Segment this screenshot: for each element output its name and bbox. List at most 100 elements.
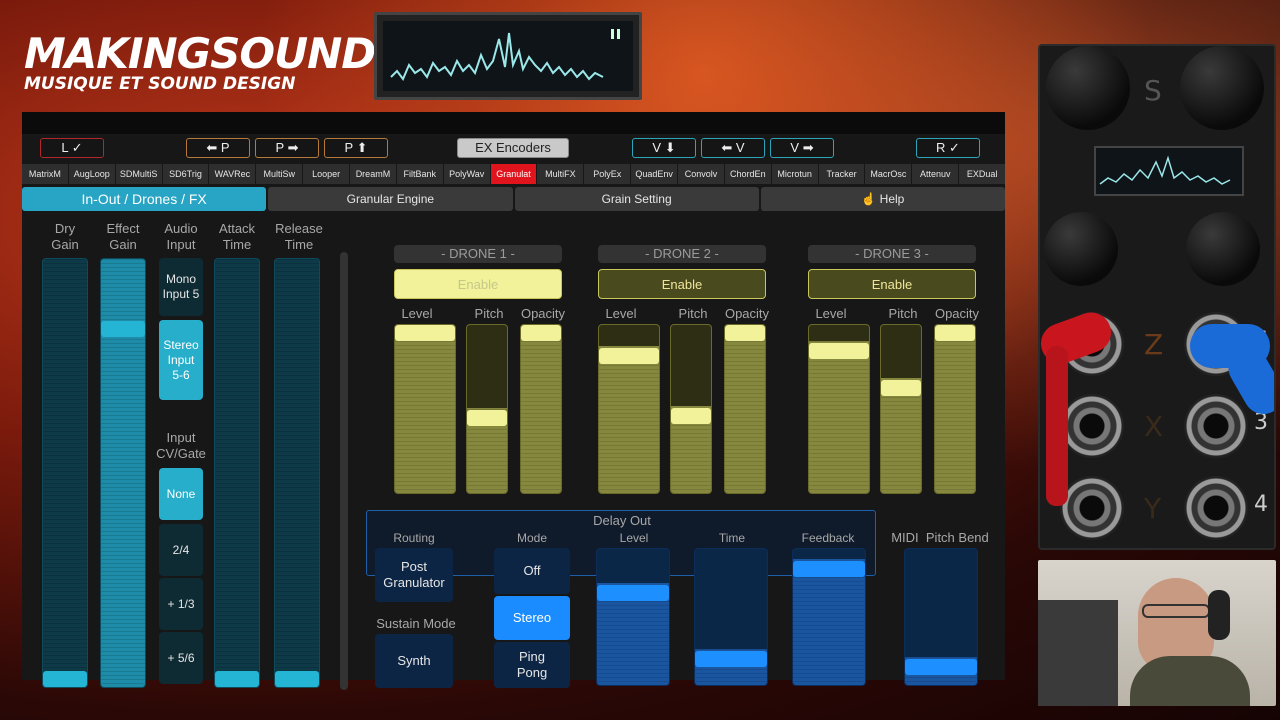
slider-handle[interactable] [275, 671, 319, 687]
view-left-button[interactable]: ⬅ V [701, 138, 765, 158]
module-tab-quadenv[interactable]: QuadEnv [631, 164, 678, 184]
module-tab-multifx[interactable]: MultiFX [537, 164, 584, 184]
module-tab-exdual[interactable]: EXDual [959, 164, 1006, 184]
page-up-button[interactable]: P ⬆ [324, 138, 388, 158]
drone-1-opacity-slider[interactable] [520, 324, 562, 494]
slider-handle[interactable] [521, 325, 561, 341]
slider-handle[interactable] [695, 651, 767, 667]
audio-input-label: Audio Input [164, 221, 198, 252]
module-tab-dreamm[interactable]: DreamM [350, 164, 396, 184]
slider-handle[interactable] [101, 321, 145, 337]
drone-3-title: - DRONE 3 - [808, 245, 976, 263]
page-left-button[interactable]: ⬅ P [186, 138, 250, 158]
slider-handle[interactable] [905, 659, 977, 675]
slider-handle[interactable] [395, 325, 455, 341]
slider-handle[interactable] [793, 561, 865, 577]
module-tab-augloop[interactable]: AugLoop [68, 164, 115, 184]
right-confirm-button[interactable]: R ✓ [916, 138, 980, 158]
drone-1-enable-button[interactable]: Enable [394, 269, 562, 299]
stereo-input-button[interactable]: Stereo Input 5-6 [159, 320, 203, 400]
delay-out-title: Delay Out [593, 513, 651, 528]
page-tabs: In-Out / Drones / FX Granular Engine Grain… [22, 187, 1005, 211]
module-tab-sdmultis[interactable]: SDMultiS [115, 164, 162, 184]
slider-handle[interactable] [725, 325, 765, 341]
dry-gain-slider[interactable] [42, 258, 88, 688]
drone-3-pitch-slider[interactable] [880, 324, 922, 494]
view-down-button[interactable]: V ⬇ [632, 138, 696, 158]
drone-2-pitch-label: Pitch [678, 306, 708, 321]
slider-fill [395, 325, 455, 493]
slider-fill [935, 325, 975, 493]
scrollbar[interactable] [340, 252, 348, 690]
mode-label: Mode [516, 531, 548, 545]
drone-1-level-slider[interactable] [394, 324, 456, 494]
tab-3[interactable]: ☝ Help [760, 187, 1005, 211]
slider-handle[interactable] [215, 671, 259, 687]
mono-input-button[interactable]: Mono Input 5 [159, 258, 203, 316]
module-tab-granulat[interactable]: Granulat [490, 164, 537, 184]
module-tab-sd6trig[interactable]: SD6Trig [162, 164, 209, 184]
module-tab-macrosc[interactable]: MacrOsc [865, 164, 912, 184]
module-tab-convolv[interactable]: Convolv [678, 164, 724, 184]
hw-number-4: 4 [1254, 492, 1268, 517]
sustain-mode-button[interactable]: Synth [375, 634, 453, 688]
drone-2-opacity-slider[interactable] [724, 324, 766, 494]
cv-none-button[interactable]: None [159, 468, 203, 520]
delay-time-slider[interactable] [694, 548, 768, 686]
tab-1[interactable]: Granular Engine [268, 187, 513, 211]
module-tab-wavrec[interactable]: WAVRec [209, 164, 256, 184]
drone-3-opacity-slider[interactable] [934, 324, 976, 494]
page-right-button[interactable]: P ➡ [255, 138, 319, 158]
cv-2-4-button[interactable]: 2/4 [159, 524, 203, 576]
cv-5-6-button[interactable]: + 5/6 [159, 632, 203, 684]
feedback-slider[interactable] [792, 548, 866, 686]
drone-2-level-label: Level [605, 306, 637, 321]
slider-fill [599, 346, 659, 493]
attack-time-slider[interactable] [214, 258, 260, 688]
drone-3-enable-button[interactable]: Enable [808, 269, 976, 299]
left-confirm-button[interactable]: L ✓ [40, 138, 104, 158]
jack [1184, 394, 1248, 458]
slider-handle[interactable] [881, 380, 921, 396]
mode-stereo-button[interactable]: Stereo [494, 596, 570, 640]
tab-2[interactable]: Grain Setting [514, 187, 759, 211]
module-tab-attenuv[interactable]: Attenuv [912, 164, 959, 184]
mode-ping-pong-button[interactable]: Ping Pong [494, 642, 570, 688]
brand-name: MAKINGSOUND [24, 29, 376, 78]
tab-0[interactable]: In-Out / Drones / FX [22, 187, 267, 211]
delay-level-slider[interactable] [596, 548, 670, 686]
drone-1-pitch-slider[interactable] [466, 324, 508, 494]
drone-2-pitch-slider[interactable] [670, 324, 712, 494]
ex-encoders-button[interactable]: EX Encoders [457, 138, 569, 158]
hand-pointer-icon: ☝ [861, 192, 880, 206]
effect-gain-slider[interactable] [100, 258, 146, 688]
view-right-button[interactable]: V ➡ [770, 138, 834, 158]
cv-1-3-button[interactable]: + 1/3 [159, 578, 203, 630]
drone-2-title: - DRONE 2 - [598, 245, 766, 263]
module-tab-multisw[interactable]: MultiSw [256, 164, 303, 184]
module-tab-matrixm[interactable]: MatrixM [22, 164, 68, 184]
release-time-slider[interactable] [274, 258, 320, 688]
slider-handle[interactable] [599, 348, 659, 364]
slider-handle[interactable] [467, 410, 507, 426]
mode-off-button[interactable]: Off [494, 548, 570, 594]
drone-2-level-slider[interactable] [598, 324, 660, 494]
top-toolbar: L ✓ ⬅ P P ➡ P ⬆ EX Encoders V ⬇ ⬅ V V ➡ … [22, 138, 1005, 164]
slider-handle[interactable] [671, 408, 711, 424]
slider-handle[interactable] [597, 585, 669, 601]
slider-handle[interactable] [43, 671, 87, 687]
dry-gain-label: Dry Gain [51, 221, 79, 252]
module-tab-filtbank[interactable]: FiltBank [396, 164, 443, 184]
module-tab-polywav[interactable]: PolyWav [443, 164, 490, 184]
module-tab-looper[interactable]: Looper [303, 164, 350, 184]
module-tab-microtun[interactable]: Microtun [771, 164, 818, 184]
module-tab-tracker[interactable]: Tracker [818, 164, 865, 184]
routing-button[interactable]: Post Granulator [375, 548, 453, 602]
slider-handle[interactable] [935, 325, 975, 341]
slider-handle[interactable] [809, 343, 869, 359]
drone-2-enable-button[interactable]: Enable [598, 269, 766, 299]
midi-pitch-bend-slider[interactable] [904, 548, 978, 686]
drone-3-level-slider[interactable] [808, 324, 870, 494]
module-tab-polyex[interactable]: PolyEx [584, 164, 631, 184]
module-tab-chorden[interactable]: ChordEn [724, 164, 771, 184]
